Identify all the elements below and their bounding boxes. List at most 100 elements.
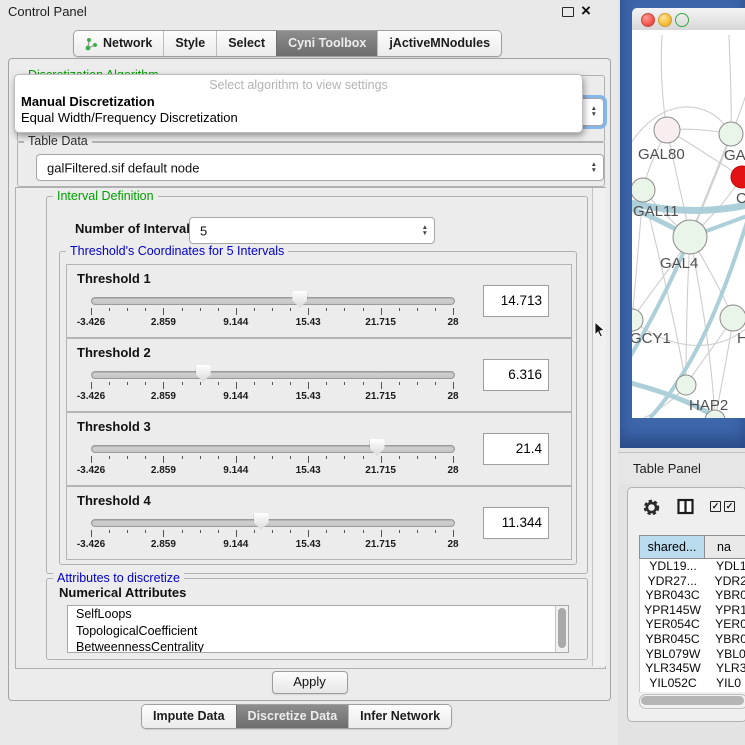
network-node-GAL80[interactable] <box>654 117 680 143</box>
network-canvas[interactable]: GAL80GACGAL11GAL4GCY1HHAP2 <box>632 30 745 418</box>
checkbox-checked-icon[interactable]: ✓ <box>724 501 735 512</box>
slider-tick-label: 21.715 <box>365 539 396 550</box>
table-row[interactable]: YLR345WYLR3 <box>640 661 745 676</box>
threshold-slider-thumb[interactable] <box>370 439 385 456</box>
slider-tick <box>91 308 92 315</box>
slider-tick <box>344 308 345 311</box>
tab-cyni-toolbox[interactable]: Cyni Toolbox <box>276 31 377 56</box>
minimize-traffic-light[interactable] <box>658 13 672 27</box>
dropdown-option-equal-width[interactable]: Equal Width/Frequency Discretization <box>15 110 582 126</box>
interval-definition-title: Interval Definition <box>53 189 158 203</box>
cell-shared-name: YER054C <box>640 617 705 632</box>
close-traffic-light[interactable] <box>641 13 655 27</box>
threshold-value-field[interactable]: 6.316 <box>483 359 549 391</box>
slider-tick <box>326 382 327 385</box>
slider-tick <box>236 456 237 463</box>
network-node-GA[interactable] <box>719 122 743 146</box>
table-hscrollbar[interactable] <box>639 694 745 709</box>
window-title: Control Panel <box>8 4 87 19</box>
threshold-slider-track[interactable] <box>91 371 455 379</box>
zoom-traffic-light[interactable] <box>675 13 689 27</box>
slider-tick <box>254 456 255 459</box>
slider-tick <box>218 456 219 459</box>
close-icon[interactable]: × <box>581 1 591 21</box>
threshold-value-field[interactable]: 11.344 <box>483 507 549 539</box>
attribute-item[interactable]: TopologicalCoefficient <box>68 623 568 640</box>
tab-jactivemnodules[interactable]: jActiveMNodules <box>377 31 501 56</box>
number-of-intervals-combobox[interactable]: 5 ▲▼ <box>189 217 435 244</box>
table-row[interactable]: YIL052CYIL0 <box>640 676 745 691</box>
network-node-GAL11[interactable] <box>632 178 655 202</box>
split-columns-icon[interactable] <box>677 498 694 515</box>
network-node-HAP2[interactable] <box>676 375 696 395</box>
list-scrollbar[interactable] <box>555 606 568 652</box>
dropdown-option-manual[interactable]: Manual Discretization <box>15 94 582 110</box>
table-row[interactable]: YBR045CYBR0 <box>640 632 745 647</box>
cell-name: YBR0 <box>705 632 745 647</box>
tab-discretize-data[interactable]: Discretize Data <box>236 705 349 728</box>
threshold-slider-track[interactable] <box>91 519 455 527</box>
table-row[interactable]: YDR27...YDR2 <box>640 574 745 589</box>
column-header-shared[interactable]: shared... <box>639 535 705 559</box>
cell-shared-name: YBL079W <box>640 647 706 662</box>
tab-select[interactable]: Select <box>216 31 276 56</box>
tab-impute-data[interactable]: Impute Data <box>142 705 236 728</box>
slider-tick <box>163 308 164 315</box>
dropdown-placeholder-item[interactable]: Select algorithm to view settings <box>15 77 582 94</box>
network-node-label: H <box>737 330 745 347</box>
network-node-GAL4[interactable] <box>673 220 707 254</box>
table-data-combobox[interactable]: galFiltered.sif default node ▲▼ <box>36 154 604 181</box>
table-row[interactable]: YBR043CYBR0 <box>640 588 745 603</box>
slider-ticks <box>91 308 453 316</box>
slider-tick-label: 28 <box>447 317 458 328</box>
slider-tick <box>236 308 237 315</box>
list-scrollbar-thumb[interactable] <box>558 608 566 648</box>
table-rows: YDL19...YDL1YDR27...YDR2YBR043CYBR0YPR14… <box>639 559 745 692</box>
slider-tick-label: 9.144 <box>223 391 248 402</box>
slider-tick <box>91 382 92 389</box>
slider-tick <box>127 456 128 459</box>
tab-infer-network[interactable]: Infer Network <box>348 705 451 728</box>
float-window-icon[interactable] <box>562 7 574 17</box>
network-node-GCY1[interactable] <box>632 309 643 331</box>
table-row[interactable]: YDL19...YDL1 <box>640 559 745 574</box>
slider-tick-label: 21.715 <box>365 465 396 476</box>
cell-name: YLR3 <box>706 661 745 676</box>
attributes-group: Attributes to discretize Numerical Attri… <box>46 578 588 660</box>
slider-tick <box>417 530 418 533</box>
gear-icon[interactable] <box>642 498 661 517</box>
network-node-C[interactable] <box>731 166 745 188</box>
tab-network[interactable]: Network <box>74 31 163 56</box>
table-row[interactable]: YBL079WYBL0 <box>640 647 745 662</box>
column-header-name[interactable]: na <box>705 535 745 559</box>
slider-tick <box>218 382 219 385</box>
threshold-value-field[interactable]: 14.713 <box>483 285 549 317</box>
combo-arrows-icon: ▲▼ <box>422 225 428 237</box>
attribute-item[interactable]: SelfLoops <box>68 606 568 623</box>
threshold-slider-thumb[interactable] <box>292 291 307 308</box>
slider-tick <box>308 456 309 463</box>
slider-tick <box>308 530 309 537</box>
threshold-slider-track[interactable] <box>91 445 455 453</box>
apply-button[interactable]: Apply <box>272 671 348 694</box>
slider-tick-label: 15.43 <box>296 391 321 402</box>
tab-style[interactable]: Style <box>163 31 216 56</box>
settings-scrollbar[interactable] <box>592 188 606 666</box>
threshold-box: Threshold 3 -3.4262.8599.14415.4321.7152… <box>66 412 572 486</box>
threshold-value-field[interactable]: 21.4 <box>483 433 549 465</box>
threshold-slider-thumb[interactable] <box>254 513 269 530</box>
slider-tick <box>91 456 92 463</box>
slider-tick <box>453 308 454 315</box>
table-row[interactable]: YER054CYER0 <box>640 617 745 632</box>
attribute-item[interactable]: BetweennessCentrality <box>68 639 568 653</box>
slider-tick <box>399 456 400 459</box>
slider-tick <box>290 530 291 533</box>
combo-arrows-icon: ▲▼ <box>591 162 597 174</box>
network-node-H[interactable] <box>720 305 745 331</box>
table-row[interactable]: YPR145WYPR1 <box>640 603 745 618</box>
table-hscrollbar-thumb[interactable] <box>641 696 744 705</box>
threshold-slider-track[interactable] <box>91 297 455 305</box>
checkbox-checked-icon[interactable]: ✓ <box>710 501 721 512</box>
threshold-box: Threshold 4 -3.4262.8599.14415.4321.7152… <box>66 486 572 560</box>
threshold-slider-thumb[interactable] <box>196 365 211 382</box>
